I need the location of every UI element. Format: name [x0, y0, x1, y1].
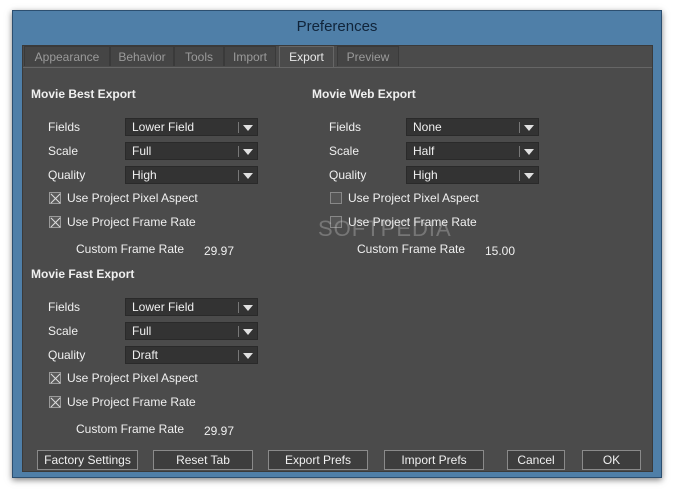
cancel-button[interactable]: Cancel	[507, 450, 565, 470]
fast-quality-select[interactable]: Draft	[125, 346, 258, 364]
select-separator	[519, 122, 520, 133]
best-scale-select[interactable]: Full	[125, 142, 258, 160]
chevron-down-icon	[243, 329, 253, 335]
web-scale-select[interactable]: Half	[406, 142, 539, 160]
select-separator	[238, 302, 239, 313]
chevron-down-icon	[243, 305, 253, 311]
checkbox-unchecked-icon	[330, 192, 342, 204]
tab-export[interactable]: Export	[279, 46, 334, 68]
best-quality-label: Quality	[48, 168, 86, 182]
fast-fields-select[interactable]: Lower Field	[125, 298, 258, 316]
import-prefs-button[interactable]: Import Prefs	[384, 450, 484, 470]
web-fields-select[interactable]: None	[406, 118, 539, 136]
web-pixel-aspect-label: Use Project Pixel Aspect	[348, 191, 479, 205]
web-custom-rate-value[interactable]: 15.00	[485, 244, 515, 258]
fast-scale-select[interactable]: Full	[125, 322, 258, 340]
fast-scale-label: Scale	[48, 324, 79, 338]
chevron-down-icon	[524, 173, 534, 179]
fast-export-heading: Movie Fast Export	[31, 267, 135, 281]
fast-quality-label: Quality	[48, 348, 86, 362]
chevron-down-icon	[524, 149, 534, 155]
preferences-window: Preferences Appearance Behavior Tools Im…	[12, 10, 662, 478]
best-quality-select[interactable]: High	[125, 166, 258, 184]
select-separator	[238, 170, 239, 181]
web-scale-label: Scale	[329, 144, 360, 158]
web-fields-label: Fields	[329, 120, 362, 134]
tab-divider	[23, 67, 652, 68]
tab-preview[interactable]: Preview	[337, 46, 399, 66]
web-quality-label: Quality	[329, 168, 367, 182]
fast-pixel-aspect-label: Use Project Pixel Aspect	[67, 371, 198, 385]
tab-behavior[interactable]: Behavior	[110, 46, 174, 66]
ok-button[interactable]: OK	[582, 450, 641, 470]
chevron-down-icon	[243, 149, 253, 155]
best-fields-label: Fields	[48, 120, 81, 134]
best-scale-label: Scale	[48, 144, 79, 158]
fast-scale-value: Full	[132, 324, 152, 338]
checkbox-checked-icon	[49, 216, 61, 228]
tab-bar: Appearance Behavior Tools Import Export …	[23, 46, 652, 68]
web-export-heading: Movie Web Export	[312, 87, 416, 101]
best-fields-value: Lower Field	[132, 120, 195, 134]
checkbox-checked-icon	[49, 192, 61, 204]
best-custom-rate-value[interactable]: 29.97	[204, 244, 234, 258]
best-custom-rate-label: Custom Frame Rate	[76, 242, 185, 256]
fast-custom-rate-label: Custom Frame Rate	[76, 422, 185, 436]
fast-custom-rate-value[interactable]: 29.97	[204, 424, 234, 438]
select-separator	[519, 170, 520, 181]
tab-tools[interactable]: Tools	[174, 46, 224, 66]
select-separator	[238, 350, 239, 361]
fast-quality-value: Draft	[132, 348, 159, 362]
best-scale-value: Full	[132, 144, 152, 158]
factory-settings-button[interactable]: Factory Settings	[37, 450, 138, 470]
chevron-down-icon	[243, 353, 253, 359]
web-quality-select[interactable]: High	[406, 166, 539, 184]
select-separator	[238, 326, 239, 337]
select-separator	[238, 146, 239, 157]
best-quality-value: High	[132, 168, 157, 182]
tab-appearance[interactable]: Appearance	[24, 46, 110, 66]
best-export-heading: Movie Best Export	[31, 87, 136, 101]
chevron-down-icon	[243, 125, 253, 131]
web-quality-value: High	[413, 168, 438, 182]
web-scale-value: Half	[413, 144, 435, 158]
fast-frame-rate-label: Use Project Frame Rate	[67, 395, 196, 409]
reset-tab-button[interactable]: Reset Tab	[153, 450, 253, 470]
web-fields-value: None	[413, 120, 442, 134]
chevron-down-icon	[524, 125, 534, 131]
checkbox-unchecked-icon	[330, 216, 342, 228]
tab-import[interactable]: Import	[224, 46, 276, 66]
chevron-down-icon	[243, 173, 253, 179]
best-pixel-aspect-label: Use Project Pixel Aspect	[67, 191, 198, 205]
checkbox-checked-icon	[49, 372, 61, 384]
web-custom-rate-label: Custom Frame Rate	[357, 242, 466, 256]
best-fields-select[interactable]: Lower Field	[125, 118, 258, 136]
fast-fields-label: Fields	[48, 300, 81, 314]
select-separator	[519, 146, 520, 157]
checkbox-checked-icon	[49, 396, 61, 408]
web-frame-rate-label: Use Project Frame Rate	[348, 215, 477, 229]
fast-fields-value: Lower Field	[132, 300, 195, 314]
best-frame-rate-label: Use Project Frame Rate	[67, 215, 196, 229]
select-separator	[238, 122, 239, 133]
window-title: Preferences	[296, 18, 378, 35]
preferences-panel: Appearance Behavior Tools Import Export …	[22, 45, 653, 472]
export-prefs-button[interactable]: Export Prefs	[268, 450, 368, 470]
